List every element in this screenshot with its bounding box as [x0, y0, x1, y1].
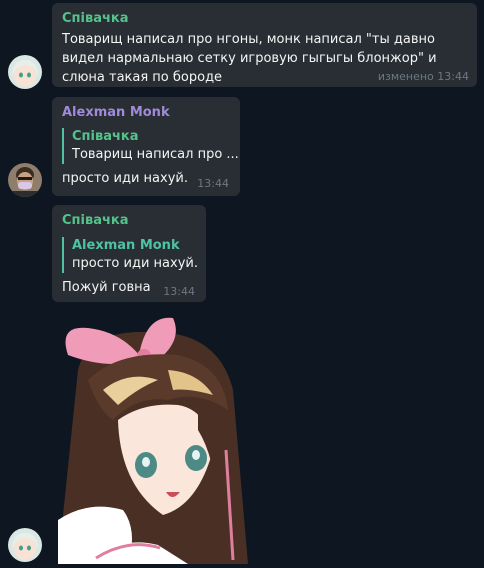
- reply-quote[interactable]: Alexman Monk просто иди нахуй.: [62, 237, 198, 273]
- reply-text: просто иди нахуй.: [72, 256, 198, 271]
- message-time: 13:44: [163, 285, 195, 298]
- reply-text: Товарищ написал про ...: [72, 147, 239, 162]
- anime-girl-sticker[interactable]: [48, 310, 258, 564]
- message-bubble-2[interactable]: Alexman Monk Співачка Товарищ написал пр…: [52, 97, 240, 196]
- message-time: 13:44: [197, 177, 229, 190]
- reply-author: Alexman Monk: [72, 238, 180, 253]
- message-time: 13:44: [437, 70, 469, 83]
- message-bubble-3[interactable]: Співачка Alexman Monk просто иди нахуй. …: [52, 205, 206, 302]
- anime-avatar-icon[interactable]: [8, 55, 42, 89]
- message-bubble-1[interactable]: Співачка Товарищ написал про нгоны, монк…: [52, 3, 477, 87]
- person-masked-avatar-icon[interactable]: [8, 163, 42, 197]
- message-author[interactable]: Alexman Monk: [62, 105, 230, 121]
- anime-avatar-icon[interactable]: [8, 528, 42, 562]
- message-author[interactable]: Співачка: [62, 213, 196, 229]
- reply-author: Співачка: [72, 129, 139, 144]
- edited-label: изменено: [377, 70, 434, 83]
- message-meta: изменено 13:44: [378, 70, 469, 83]
- message-author[interactable]: Співачка: [62, 11, 467, 27]
- reply-quote[interactable]: Співачка Товарищ написал про ...: [62, 128, 239, 164]
